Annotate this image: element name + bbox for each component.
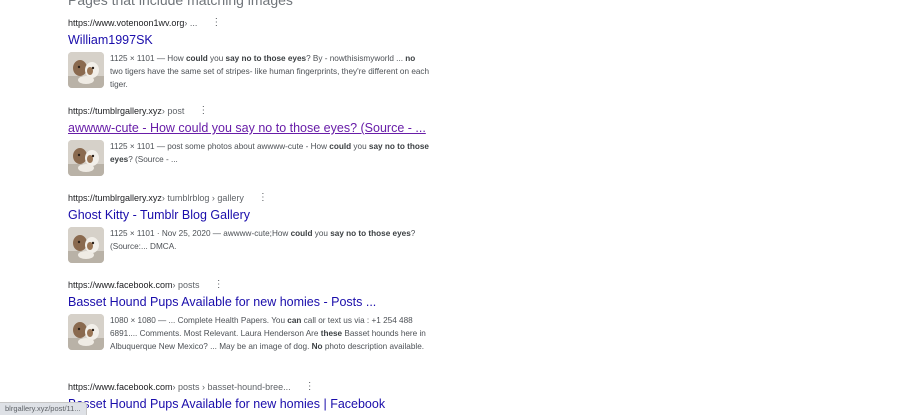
snippet-text: ? By - nowthisismyworld ... xyxy=(306,54,406,63)
snippet-highlight: no xyxy=(405,54,416,63)
result-title-link[interactable]: Basset Hound Pups Available for new homi… xyxy=(68,397,438,411)
snippet-text: you xyxy=(312,229,331,238)
search-result: https://tumblrgallery.xyz › post ⋮ awwww… xyxy=(68,104,438,176)
snippet-text: 1125 × 1101 — post some photos about aww… xyxy=(110,142,330,151)
result-url-host: https://www.facebook.com xyxy=(68,382,173,392)
snippet-text: two tigers have the same set of stripes-… xyxy=(110,67,430,89)
result-title-link[interactable]: Basset Hound Pups Available for new homi… xyxy=(68,295,438,309)
snippet-text: 1125 × 1101 · Nov 25, 2020 — awwww-cute;… xyxy=(110,229,291,238)
result-snippet: 1125 × 1101 · Nov 25, 2020 — awwww-cute;… xyxy=(110,227,430,263)
result-url-path: › posts xyxy=(172,280,200,290)
snippet-highlight: No xyxy=(311,342,323,351)
result-thumbnail[interactable] xyxy=(68,227,104,263)
search-result: https://tumblrgallery.xyz › tumblrblog ›… xyxy=(68,191,438,263)
more-vert-icon[interactable]: ⋮ xyxy=(305,382,315,392)
result-url-path: › post xyxy=(161,106,185,116)
more-vert-icon[interactable]: ⋮ xyxy=(198,106,208,116)
more-vert-icon[interactable]: ⋮ xyxy=(211,18,221,28)
result-snippet: 1125 × 1101 — post some photos about aww… xyxy=(110,140,430,176)
result-url[interactable]: https://www.facebook.com › posts › basse… xyxy=(68,380,438,394)
result-title-link[interactable]: William1997SK xyxy=(68,33,438,47)
result-title-link[interactable]: awwww-cute - How could you say no to tho… xyxy=(68,121,438,135)
result-thumbnail[interactable] xyxy=(68,52,104,88)
snippet-highlight: these xyxy=(320,329,343,338)
link-status-bar: blrgallery.xyz/post/11... xyxy=(0,402,87,415)
snippet-highlight: say no to those eyes xyxy=(330,229,411,238)
snippet-highlight: could xyxy=(290,229,313,238)
snippet-text: ? (Source - ... xyxy=(128,155,178,164)
result-url-host: https://tumblrgallery.xyz xyxy=(68,106,162,116)
more-vert-icon[interactable]: ⋮ xyxy=(214,280,224,290)
result-url-host: https://www.votenoon1wv.org xyxy=(68,18,185,28)
more-vert-icon[interactable]: ⋮ xyxy=(258,193,268,203)
snippet-text: 1080 × 1080 — ... Complete Health Papers… xyxy=(110,316,288,325)
result-url[interactable]: https://tumblrgallery.xyz › post ⋮ xyxy=(68,104,438,118)
result-snippet: 1125 × 1101 — How could you say no to th… xyxy=(110,52,430,91)
snippet-highlight: could xyxy=(329,142,352,151)
snippet-highlight: say no to those eyes xyxy=(225,54,307,63)
result-url[interactable]: https://www.facebook.com › posts ⋮ xyxy=(68,278,438,292)
search-result: https://www.facebook.com › posts ⋮ Basse… xyxy=(68,278,438,353)
snippet-text: you xyxy=(351,142,369,151)
snippet-highlight: could xyxy=(185,54,208,63)
result-url[interactable]: https://www.votenoon1wv.org › ... ⋮ xyxy=(68,16,438,30)
result-url-path: › posts › basset-hound-bree... xyxy=(172,382,291,392)
search-result: https://www.votenoon1wv.org › ... ⋮ Will… xyxy=(68,16,438,91)
result-url-path: › tumblrblog › gallery xyxy=(161,193,244,203)
result-thumbnail[interactable] xyxy=(68,314,104,350)
snippet-highlight: can xyxy=(287,316,302,325)
result-title-link[interactable]: Ghost Kitty - Tumblr Blog Gallery xyxy=(68,208,438,222)
snippet-text: you xyxy=(207,54,226,63)
result-url-host: https://tumblrgallery.xyz xyxy=(68,193,162,203)
result-thumbnail[interactable] xyxy=(68,140,104,176)
search-result: https://www.facebook.com › posts › basse… xyxy=(68,380,438,412)
snippet-text: 1125 × 1101 — How xyxy=(110,54,186,63)
section-title: Pages that include matching images xyxy=(68,0,293,8)
result-snippet: 1080 × 1080 — ... Complete Health Papers… xyxy=(110,314,430,353)
result-url-path: › ... xyxy=(184,18,198,28)
snippet-text: photo description available. xyxy=(322,342,425,351)
result-url-host: https://www.facebook.com xyxy=(68,280,173,290)
result-url[interactable]: https://tumblrgallery.xyz › tumblrblog ›… xyxy=(68,191,438,205)
